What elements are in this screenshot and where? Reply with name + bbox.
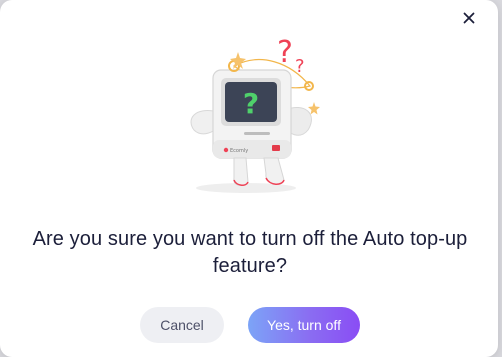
brand-label: Ecomly: [230, 148, 248, 154]
close-button[interactable]: [458, 7, 480, 29]
question-mark-large: ?: [277, 35, 293, 70]
cancel-button[interactable]: Cancel: [140, 307, 224, 343]
close-icon: [463, 12, 475, 24]
screen-question-mark: ?: [243, 87, 259, 120]
question-mark-small: ?: [295, 56, 305, 77]
confirm-dialog: ? Ecomly ? ? Are you sure you want to tu…: [0, 0, 498, 357]
confirm-turn-off-button[interactable]: Yes, turn off: [248, 307, 360, 343]
confirmation-question: Are you sure you want to turn off the Au…: [32, 228, 468, 277]
confused-computer-illustration: ? Ecomly ? ?: [190, 35, 320, 193]
